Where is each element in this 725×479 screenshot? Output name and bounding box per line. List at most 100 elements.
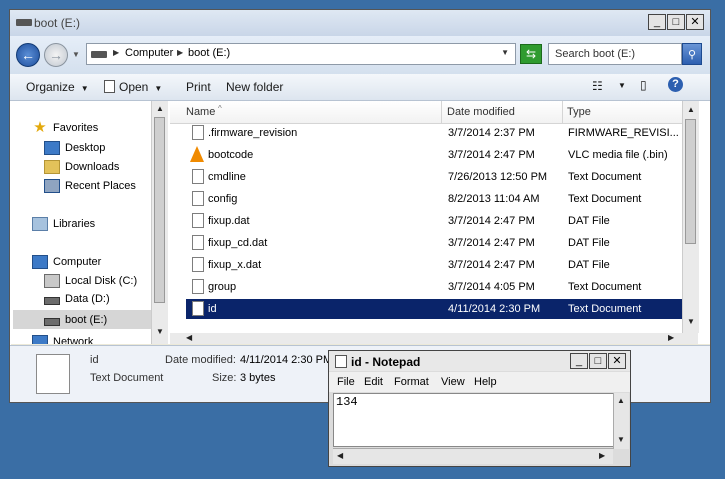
file-name: fixup.dat	[208, 215, 250, 227]
nav-scrollbar[interactable]: ▲ ▼	[151, 101, 168, 344]
file-row[interactable]: bootcode 3/7/2014 2:47 PM VLC media file (…	[186, 145, 683, 165]
scroll-left-icon[interactable]: ◀	[337, 451, 343, 460]
horizontal-scrollbar[interactable]: ◀ ▶	[170, 333, 698, 344]
text-document-icon	[36, 354, 70, 394]
nav-boot-drive[interactable]: boot (E:)	[13, 310, 151, 329]
scroll-right-icon[interactable]: ▶	[599, 451, 605, 460]
nav-libraries[interactable]: Libraries	[32, 217, 95, 231]
menu-file[interactable]: File	[337, 376, 355, 388]
file-name: group	[208, 281, 237, 293]
file-type: Text Document	[568, 281, 642, 293]
forward-button[interactable]: →	[44, 43, 68, 67]
file-icon	[192, 235, 204, 250]
file-icon	[192, 125, 204, 140]
column-header: Name ^ Date modified Type	[170, 101, 682, 124]
file-type: DAT File	[568, 259, 610, 271]
breadcrumb-arrow-icon[interactable]: ▶	[113, 48, 119, 57]
vlc-file-icon	[190, 146, 204, 162]
file-row[interactable]: fixup_x.dat 3/7/2014 2:47 PM DAT File	[186, 255, 683, 275]
minimize-button[interactable]: _	[648, 14, 666, 30]
sort-ascending-icon: ^	[218, 104, 222, 113]
menu-format[interactable]: Format	[394, 376, 429, 388]
close-button[interactable]: ✕	[686, 14, 704, 30]
menu-help[interactable]: Help	[474, 376, 497, 388]
file-row[interactable]: group 3/7/2014 4:05 PM Text Document	[186, 277, 683, 297]
nav-data-drive[interactable]: Data (D:)	[44, 293, 110, 305]
scroll-up-icon[interactable]: ▲	[156, 104, 164, 113]
maximize-button[interactable]: □	[589, 353, 607, 369]
file-row[interactable]: fixup_cd.dat 3/7/2014 2:47 PM DAT File	[186, 233, 683, 253]
breadcrumb-arrow-icon[interactable]: ▶	[177, 48, 183, 57]
nav-downloads[interactable]: Downloads	[44, 160, 119, 174]
scroll-right-icon[interactable]: ▶	[668, 333, 674, 342]
views-icon[interactable]: ☷	[592, 79, 603, 93]
preview-pane-icon[interactable]: ▯	[640, 78, 647, 92]
file-list-scroll-thumb[interactable]	[685, 119, 696, 244]
details-date-label: Date modified:	[165, 354, 236, 366]
notepad-text-area[interactable]: 134	[333, 393, 619, 447]
nav-favorites[interactable]: ★ Favorites	[32, 120, 98, 135]
file-row[interactable]: config 8/2/2013 11:04 AM Text Document	[186, 189, 683, 209]
details-file-type: Text Document	[90, 372, 164, 384]
nav-desktop[interactable]: Desktop	[44, 141, 105, 155]
open-button[interactable]: Open ▼	[104, 80, 162, 94]
notepad-vertical-scrollbar[interactable]: ▲ ▼	[613, 393, 629, 449]
scroll-left-icon[interactable]: ◀	[186, 333, 192, 342]
notepad-title: id - Notepad	[351, 355, 421, 369]
print-button[interactable]: Print	[186, 80, 211, 94]
column-type[interactable]: Type	[567, 106, 591, 118]
scroll-down-icon[interactable]: ▼	[687, 317, 695, 326]
menu-view[interactable]: View	[441, 376, 465, 388]
nav-recent-places[interactable]: Recent Places	[44, 179, 136, 193]
notepad-titlebar[interactable]: id - Notepad _ □ ✕	[329, 351, 630, 371]
details-date-value: 4/11/2014 2:30 PM	[240, 354, 333, 366]
nav-network[interactable]: Network	[32, 335, 93, 344]
back-button[interactable]: ←	[16, 43, 40, 67]
scroll-down-icon[interactable]: ▼	[156, 327, 164, 336]
column-name[interactable]: Name	[186, 106, 215, 118]
breadcrumb-computer[interactable]: Computer	[125, 47, 173, 59]
scroll-up-icon[interactable]: ▲	[687, 105, 695, 114]
file-icon	[192, 301, 204, 316]
file-date-modified: 4/11/2014 2:30 PM	[448, 303, 541, 315]
file-row[interactable]: id 4/11/2014 2:30 PM Text Document	[186, 299, 683, 319]
nav-computer[interactable]: Computer	[32, 255, 101, 269]
search-input[interactable]: Search boot (E:)	[548, 43, 682, 65]
column-date-modified[interactable]: Date modified	[447, 106, 515, 118]
recent-pages-dropdown-icon[interactable]: ▼	[72, 50, 80, 59]
file-row[interactable]: fixup.dat 3/7/2014 2:47 PM DAT File	[186, 211, 683, 231]
explorer-titlebar[interactable]: boot (E:) _ □ ✕	[10, 10, 710, 36]
search-icon[interactable]: ⚲	[682, 43, 702, 65]
organize-button[interactable]: Organize ▼	[26, 80, 89, 94]
close-button[interactable]: ✕	[608, 353, 626, 369]
views-dropdown-icon[interactable]: ▼	[618, 81, 626, 90]
file-date-modified: 3/7/2014 2:47 PM	[448, 237, 535, 249]
maximize-button[interactable]: □	[667, 14, 685, 30]
drive-icon	[44, 317, 60, 326]
notepad-menubar: File Edit Format View Help	[329, 372, 630, 392]
scroll-down-icon[interactable]: ▼	[617, 435, 625, 444]
file-row[interactable]: cmdline 7/26/2013 12:50 PM Text Document	[186, 167, 683, 187]
scroll-up-icon[interactable]: ▲	[617, 396, 625, 405]
notepad-icon	[104, 80, 115, 93]
nav-local-disk[interactable]: Local Disk (C:)	[44, 274, 137, 288]
notepad-icon	[335, 355, 347, 368]
navigation-pane: ★ Favorites Desktop Downloads Recent Plac…	[10, 101, 152, 344]
file-icon	[192, 191, 204, 206]
menu-edit[interactable]: Edit	[364, 376, 383, 388]
file-name: bootcode	[208, 149, 254, 161]
file-row[interactable]: .firmware_revision 3/7/2014 2:37 PM FIRMWA…	[186, 123, 683, 143]
help-icon[interactable]: ?	[668, 77, 683, 92]
drive-icon	[44, 297, 60, 305]
computer-icon	[32, 255, 48, 269]
refresh-button[interactable]: ⇆	[520, 44, 542, 64]
notepad-horizontal-scrollbar[interactable]: ◀ ▶	[333, 448, 613, 464]
breadcrumb-boot[interactable]: boot (E:)	[188, 47, 230, 59]
minimize-button[interactable]: _	[570, 353, 588, 369]
file-type: DAT File	[568, 237, 610, 249]
file-list-scrollbar[interactable]: ▲ ▼	[682, 101, 699, 333]
address-dropdown-icon[interactable]: ▼	[501, 48, 509, 57]
nav-scroll-thumb[interactable]	[154, 117, 165, 303]
new-folder-button[interactable]: New folder	[226, 80, 283, 94]
address-bar[interactable]: ▶ Computer ▶ boot (E:) ▼	[86, 43, 516, 65]
